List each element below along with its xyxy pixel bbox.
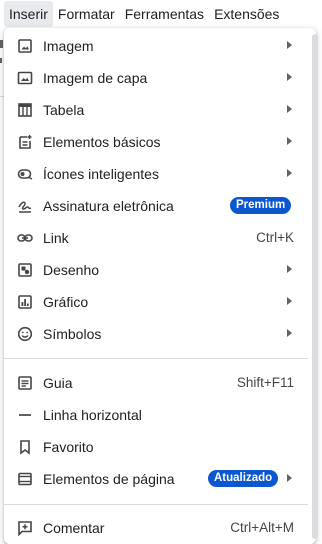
submenu-arrow-icon (287, 105, 292, 113)
submenu-arrow-icon (287, 297, 292, 305)
submenu-arrow-icon (287, 137, 292, 145)
link-shortcut: Ctrl+K (256, 230, 294, 245)
menu-separator (4, 504, 308, 505)
menu-item-label: Elementos básicos (43, 134, 161, 150)
submenu-arrow-icon (287, 265, 292, 273)
menu-insert[interactable]: Inserir (4, 1, 53, 27)
table-icon (17, 102, 33, 118)
menu-item-label: Gráfico (43, 294, 89, 310)
menu-separator (4, 358, 308, 359)
menu-item-table[interactable]: Tabela (4, 94, 316, 126)
add-comment-icon (17, 520, 33, 536)
menu-item-image[interactable]: Imagem (4, 30, 316, 62)
menu-item-bookmark[interactable]: Favorito (4, 431, 316, 463)
tab-shortcut: Shift+F11 (236, 375, 294, 390)
link-icon (17, 230, 33, 246)
menu-item-label: Ícones inteligentes (43, 166, 159, 182)
menu-item-building-blocks[interactable]: Elementos básicos (4, 126, 316, 158)
chart-icon (17, 294, 33, 310)
signature-icon (17, 198, 33, 214)
premium-badge: Premium (230, 197, 292, 214)
comment-shortcut: Ctrl+Alt+M (230, 520, 294, 535)
menu-item-horizontal-line[interactable]: Linha horizontal (4, 399, 316, 431)
menu-item-label: Link (43, 230, 69, 246)
menu-item-label: Tabela (43, 102, 85, 118)
bookmark-icon (17, 439, 33, 455)
menu-bar: Inserir Formatar Ferramentas Extensões (0, 0, 322, 28)
menu-item-smart-chips[interactable]: Ícones inteligentes (4, 158, 316, 190)
image-icon (17, 38, 33, 54)
submenu-arrow-icon (287, 41, 292, 49)
emoji-icon (17, 326, 33, 342)
updated-badge: Atualizado (208, 470, 279, 487)
submenu-arrow-icon (287, 474, 292, 482)
building-blocks-icon (17, 134, 33, 150)
menu-item-label: Imagem (43, 38, 94, 54)
smart-chip-icon (17, 166, 33, 182)
document-tab-icon (17, 375, 33, 391)
menu-extensions[interactable]: Extensões (209, 1, 284, 27)
submenu-arrow-icon (287, 329, 292, 337)
menu-item-comment[interactable]: Comentar Ctrl+Alt+M (4, 512, 316, 544)
background-fragment (0, 58, 2, 63)
page-elements-icon (17, 471, 33, 487)
menu-item-label: Símbolos (43, 326, 102, 342)
menu-item-page-elements[interactable]: Elementos de página Atualizado (4, 463, 316, 495)
menu-item-label: Guia (43, 375, 73, 391)
menu-item-chart[interactable]: Gráfico (4, 286, 316, 318)
background-fragment (0, 40, 3, 48)
menu-item-drawing[interactable]: Desenho (4, 254, 316, 286)
menu-item-label: Elementos de página (43, 471, 175, 487)
menu-item-label: Imagem de capa (43, 70, 148, 86)
menu-item-label: Comentar (43, 520, 105, 536)
horizontal-line-icon (17, 407, 33, 423)
submenu-arrow-icon (287, 73, 292, 81)
menu-item-esignature[interactable]: Assinatura eletrônica Premium (4, 190, 316, 222)
menu-item-label: Desenho (43, 262, 100, 278)
menu-item-cover-image[interactable]: Imagem de capa (4, 62, 316, 94)
menu-item-link[interactable]: Link Ctrl+K (4, 222, 316, 254)
menu-item-label: Assinatura eletrônica (43, 198, 174, 214)
cover-image-icon (17, 70, 33, 86)
submenu-arrow-icon (287, 169, 292, 177)
menu-item-tab[interactable]: Guia Shift+F11 (4, 367, 316, 399)
drawing-icon (17, 262, 33, 278)
insert-dropdown-menu: Imagem Imagem de capa Tabela Elementos b… (4, 28, 316, 544)
menu-scrollbar[interactable] (312, 34, 318, 539)
menu-item-symbols[interactable]: Símbolos (4, 318, 316, 350)
menu-format[interactable]: Formatar (53, 1, 120, 27)
menu-tools[interactable]: Ferramentas (120, 1, 209, 27)
menu-item-label: Favorito (43, 439, 94, 455)
menu-item-label: Linha horizontal (43, 407, 142, 423)
